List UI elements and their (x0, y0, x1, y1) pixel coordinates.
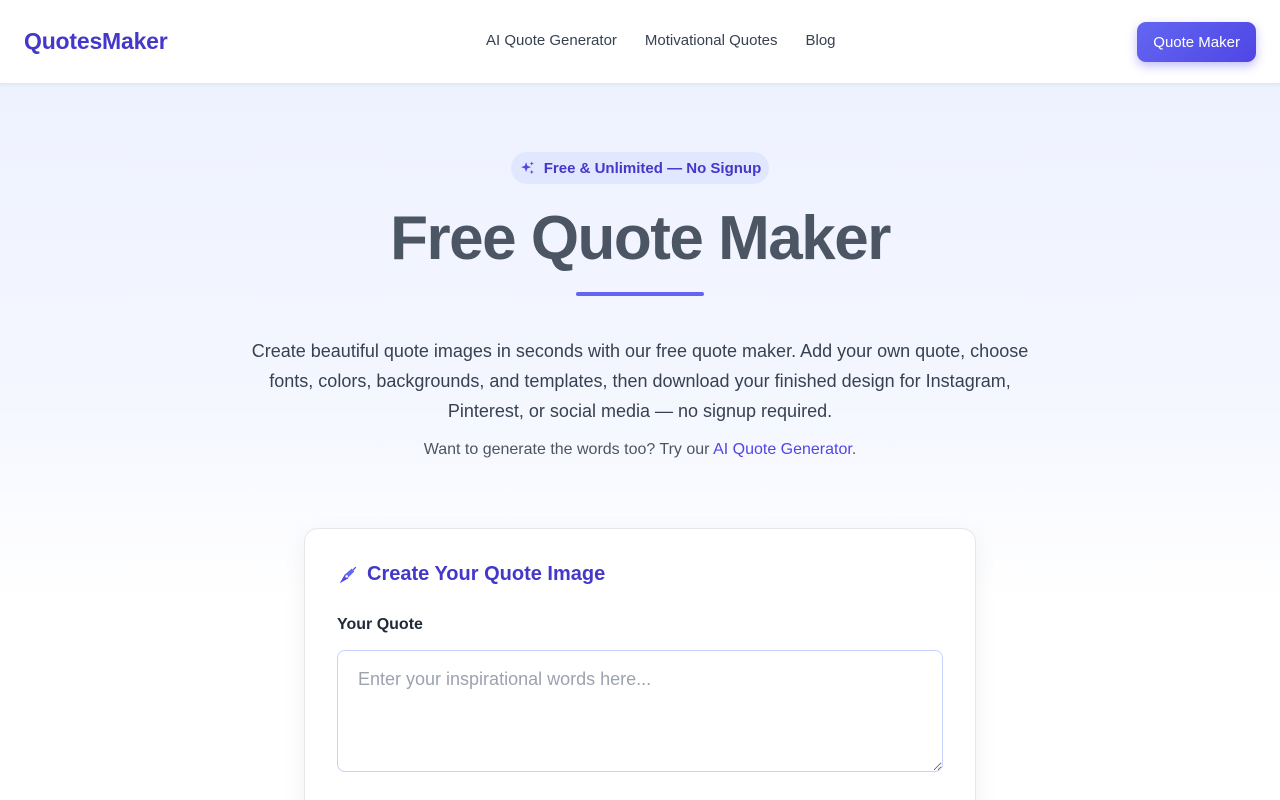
nav-link-ai-quote-generator[interactable]: AI Quote Generator (486, 32, 617, 49)
editor-heading: Create Your Quote Image (337, 563, 605, 586)
badge-text: Free & Unlimited — No Signup (543, 159, 762, 177)
hero-section: Free & Unlimited — No Signup Free Quote … (0, 84, 1280, 800)
top-navbar: QuotesMaker AI Quote Generator Motivatio… (0, 0, 1280, 84)
quote-label: Your Quote (337, 616, 423, 633)
nav-link-blog[interactable]: Blog (805, 32, 835, 49)
nav-link-motivational-quotes[interactable]: Motivational Quotes (645, 32, 778, 49)
site-logo[interactable]: QuotesMaker (24, 28, 168, 55)
hero-subtext-suffix: . (851, 441, 857, 458)
hero-subtext-prefix: Want to generate the words too? Try our (423, 441, 714, 458)
page-title: Free Quote Maker (390, 204, 891, 273)
free-badge: Free & Unlimited — No Signup (511, 152, 769, 184)
quote-editor-card: Create Your Quote Image Your Quote (304, 528, 976, 800)
sparkles-icon (520, 160, 534, 174)
title-underline (576, 292, 704, 296)
main-nav: AI Quote Generator Motivational Quotes B… (486, 32, 836, 49)
quote-textarea[interactable] (337, 650, 943, 772)
quote-maker-button[interactable]: Quote Maker (1137, 22, 1256, 62)
pen-icon (339, 566, 357, 583)
ai-quote-generator-link[interactable]: AI Quote Generator (713, 441, 852, 458)
hero-subtext: Want to generate the words too? Try our … (0, 441, 1280, 459)
hero-description: Create beautiful quote images in seconds… (251, 341, 1029, 421)
editor-title: Create Your Quote Image (367, 563, 606, 585)
